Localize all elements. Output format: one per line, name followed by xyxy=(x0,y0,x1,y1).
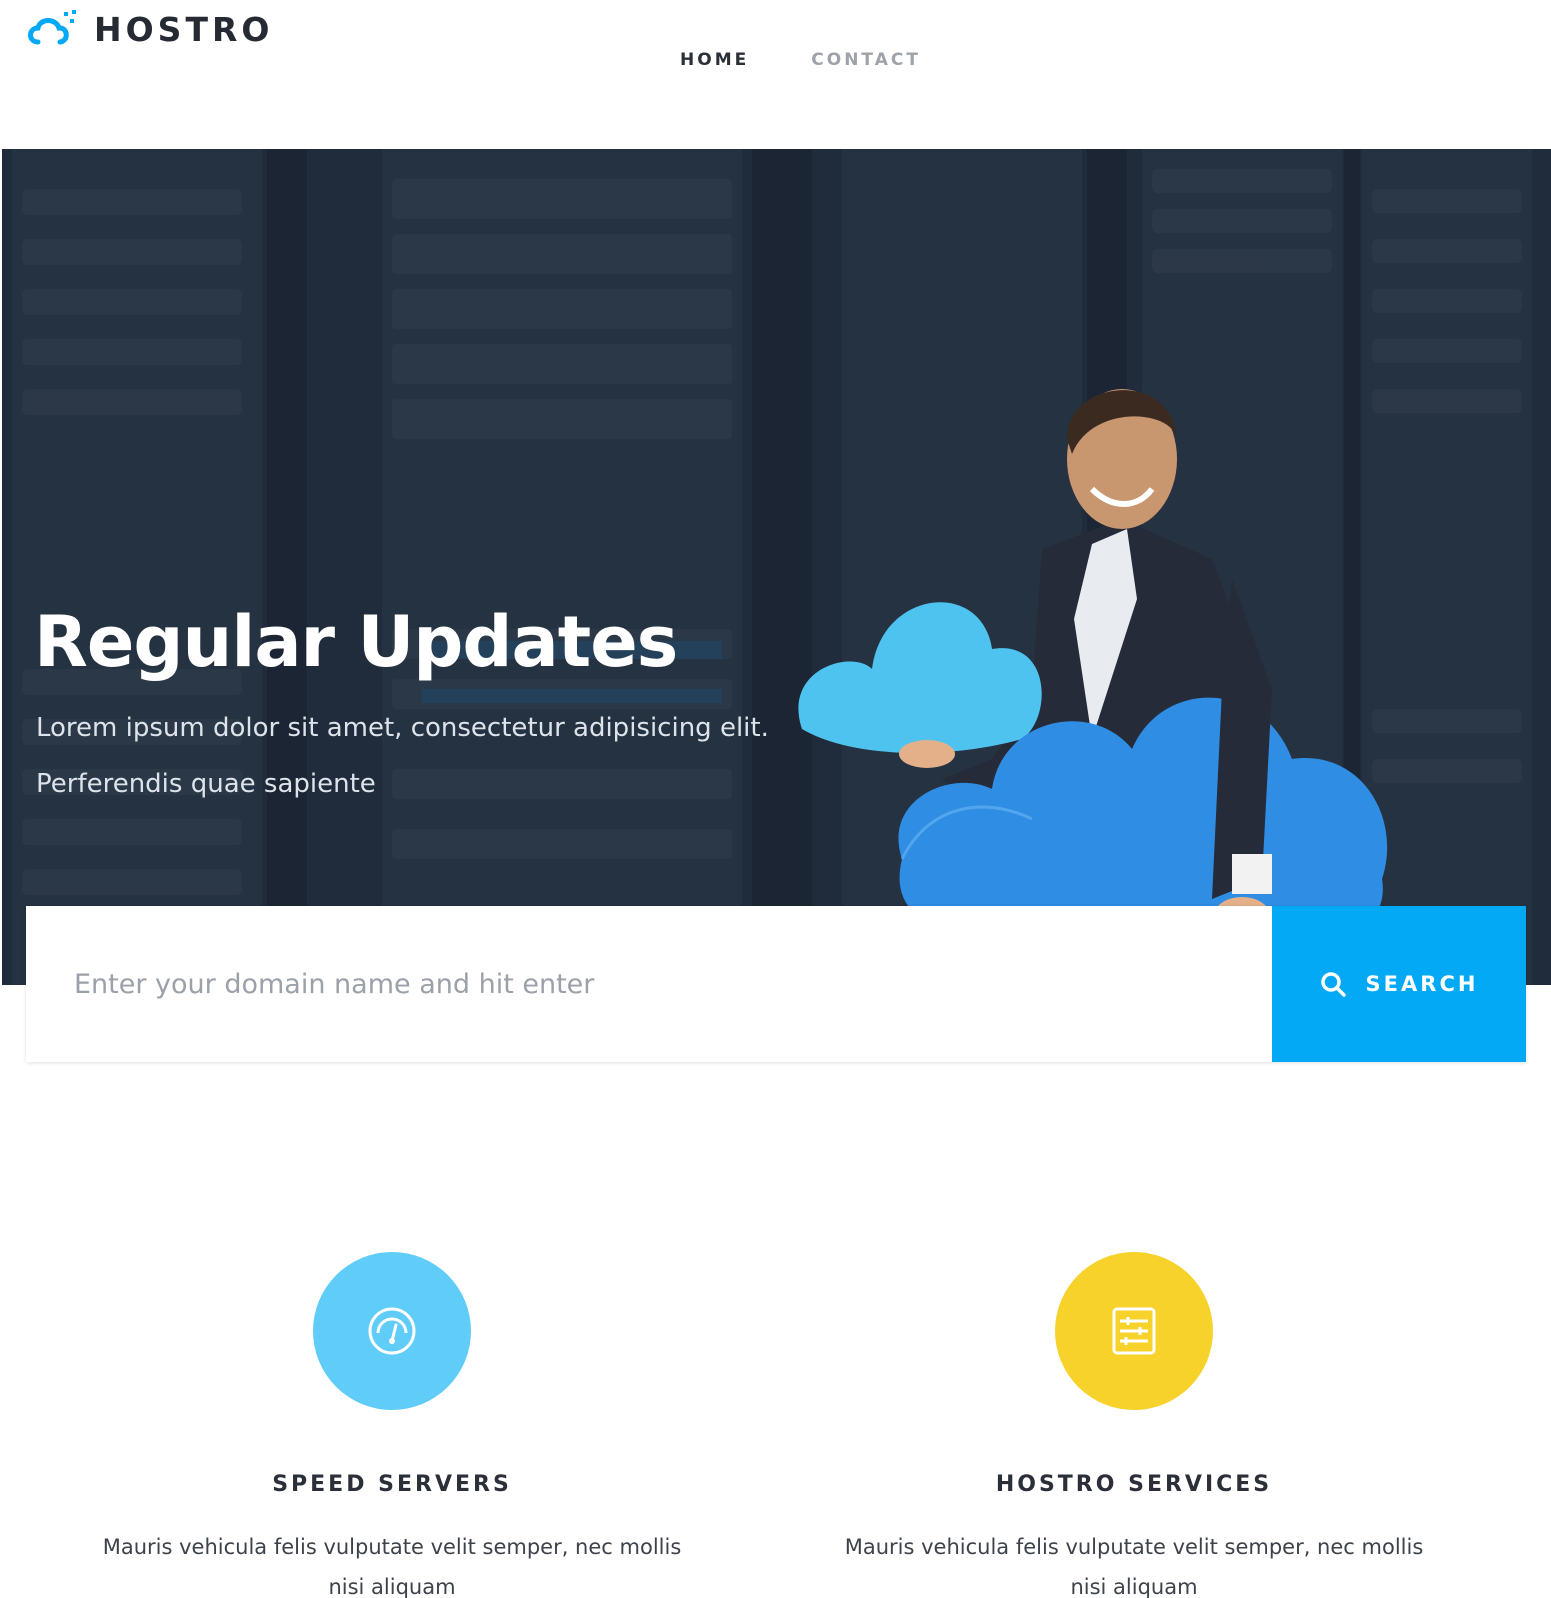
feature-title: HOSTRO SERVICES xyxy=(995,1472,1273,1497)
nav-item-contact[interactable]: CONTACT xyxy=(811,50,921,70)
search-button[interactable]: SEARCH xyxy=(1272,906,1526,1062)
speedometer-icon xyxy=(368,1307,416,1355)
settings-sliders-icon xyxy=(1112,1307,1156,1355)
feature-title: SPEED SERVERS xyxy=(272,1472,512,1497)
cloud-logo-icon xyxy=(28,10,76,45)
feature-speed-servers: SPEED SERVERS Mauris vehicula felis vulp… xyxy=(22,1252,762,1598)
brand-name: HOSTRO xyxy=(94,9,274,49)
nav-item-home[interactable]: HOME xyxy=(680,50,749,70)
search-button-label: SEARCH xyxy=(1365,972,1479,996)
domain-search-form: SEARCH xyxy=(26,906,1526,1062)
main-nav: HOME CONTACT xyxy=(0,50,1551,70)
feature-hostro-services: HOSTRO SERVICES Mauris vehicula felis vu… xyxy=(764,1252,1504,1598)
hero-banner: Regular Updates Lorem ipsum dolor sit am… xyxy=(2,149,1551,985)
hero-title: Regular Updates xyxy=(34,601,678,683)
search-icon xyxy=(1320,972,1346,997)
hero-subtitle: Lorem ipsum dolor sit amet, consectetur … xyxy=(36,713,769,743)
feature-description: Mauris vehicula felis vulputate velit se… xyxy=(844,1535,1424,1598)
brand-logo[interactable]: HOSTRO xyxy=(24,8,273,50)
feature-description: Mauris vehicula felis vulputate velit se… xyxy=(102,1535,682,1598)
hero-subtitle-2: Perferendis quae sapiente xyxy=(36,769,376,799)
businessman-with-clouds-image xyxy=(798,389,1388,985)
feature-icon-circle xyxy=(313,1252,471,1410)
domain-search-input[interactable] xyxy=(26,906,1272,1062)
feature-icon-circle xyxy=(1055,1252,1213,1410)
